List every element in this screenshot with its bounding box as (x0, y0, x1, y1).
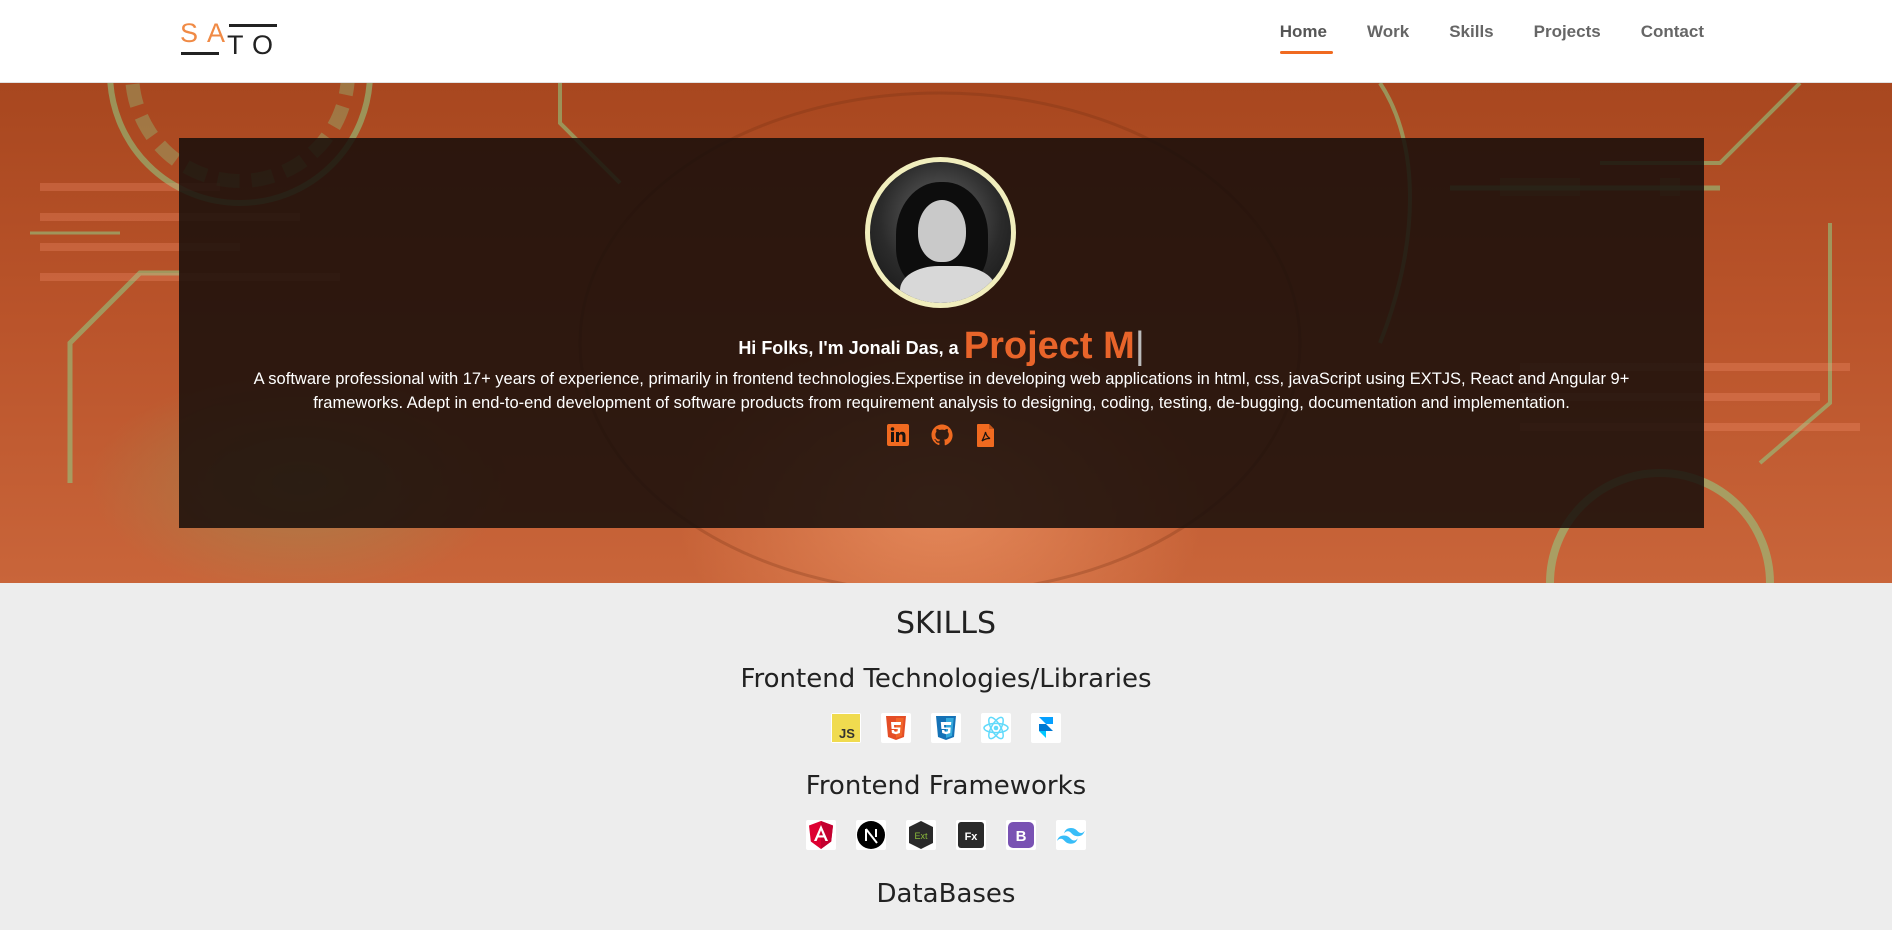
typing-cursor: | (1134, 325, 1145, 367)
angular-icon (806, 820, 836, 850)
pdf-icon[interactable] (974, 422, 998, 448)
nav-item-projects[interactable]: Projects (1534, 0, 1601, 54)
frontend-frameworks-title: Frontend Frameworks (805, 771, 1087, 801)
nav-item-work[interactable]: Work (1367, 0, 1409, 54)
css3-icon (931, 713, 961, 743)
nav-item-contact[interactable]: Contact (1641, 0, 1704, 54)
extjs-icon: Ext (906, 820, 936, 850)
svg-text:JS: JS (839, 726, 855, 741)
bootstrap-icon: B (1006, 820, 1036, 850)
databases-title: DataBases (876, 879, 1016, 909)
react-icon (981, 713, 1011, 743)
svg-text:Ext: Ext (914, 831, 928, 841)
svg-text:B: B (1016, 828, 1027, 845)
navbar: SA TO Home Work Skills Projects Contact (0, 0, 1892, 83)
flex-icon: Fx (956, 820, 986, 850)
logo[interactable]: SA TO (180, 18, 280, 62)
skills-section: SKILLS Frontend Technologies/Libraries J… (0, 583, 1892, 930)
nextjs-icon (856, 820, 886, 850)
github-icon[interactable] (930, 422, 954, 448)
linkedin-icon[interactable] (886, 422, 910, 448)
frontend-libraries-title: Frontend Technologies/Libraries (740, 664, 1152, 694)
nav-item-skills[interactable]: Skills (1449, 0, 1493, 54)
logo-underline (181, 52, 219, 55)
logo-overline (229, 24, 277, 27)
nav-links: Home Work Skills Projects Contact (1240, 0, 1704, 83)
svg-text:Fx: Fx (965, 831, 979, 843)
javascript-icon: JS (831, 713, 861, 743)
nav-item-home[interactable]: Home (1279, 0, 1334, 54)
social-links (179, 422, 1704, 448)
bio-text: A software professional with 17+ years o… (253, 370, 1630, 412)
frontend-frameworks-icons: Ext Fx B (0, 820, 1892, 850)
logo-top-text: SA (180, 18, 235, 48)
greeting-line: Hi Folks, I'm Jonali Das, a Project M| (179, 325, 1704, 368)
frontend-libraries-icons: JS (0, 713, 1892, 743)
tailwind-icon (1056, 820, 1086, 850)
intro-card: Hi Folks, I'm Jonali Das, a Project M| A… (179, 138, 1704, 528)
logo-bottom-text: TO (227, 30, 283, 60)
framer-icon (1031, 713, 1061, 743)
hero-section: Hi Folks, I'm Jonali Das, a Project M| A… (0, 83, 1892, 583)
typed-role-text: Project M (963, 325, 1135, 367)
profile-avatar (865, 157, 1016, 308)
greeting-text: Hi Folks, I'm Jonali Das, a (738, 338, 959, 358)
skills-title: SKILLS (895, 606, 997, 641)
html5-icon (881, 713, 911, 743)
